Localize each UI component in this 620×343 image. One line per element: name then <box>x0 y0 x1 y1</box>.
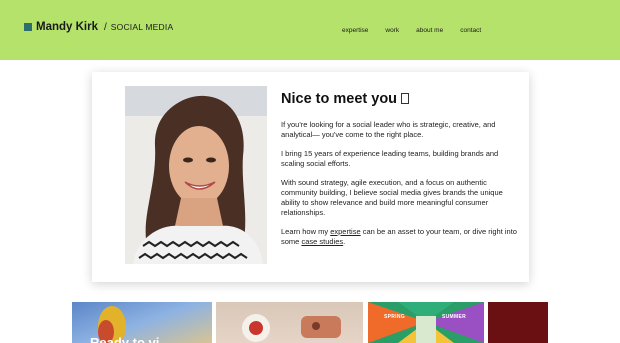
work-tile-4[interactable] <box>488 302 548 343</box>
nav-about-me[interactable]: about me <box>416 27 443 34</box>
brand[interactable]: Mandy Kirk / SOCIAL MEDIA <box>24 21 173 33</box>
expertise-link[interactable]: expertise <box>330 227 360 236</box>
brand-subtitle: SOCIAL MEDIA <box>110 22 174 32</box>
tile-1-caption: Ready to vi <box>90 335 160 343</box>
tile-2-image <box>242 314 341 342</box>
p4-text-c: . <box>343 237 346 246</box>
work-tile-2[interactable] <box>216 302 363 343</box>
work-tiles: Ready to vi SPRING SUMMER <box>0 302 620 343</box>
intro-paragraph-2: I bring 15 years of experience leading t… <box>281 149 499 168</box>
brand-square-icon <box>24 23 32 31</box>
portrait-illustration <box>125 86 267 264</box>
tile-3-label-spring: SPRING <box>384 314 405 320</box>
nav-expertise[interactable]: expertise <box>342 27 368 34</box>
site-header: Mandy Kirk / SOCIAL MEDIA expertise work… <box>0 0 620 60</box>
nav-work[interactable]: work <box>385 27 399 34</box>
tile-3-image <box>368 302 484 343</box>
missing-glyph-icon <box>401 93 410 104</box>
work-tile-1[interactable]: Ready to vi <box>72 302 212 343</box>
profile-photo <box>125 86 267 264</box>
intro-title: Nice to meet you <box>281 91 410 107</box>
intro-paragraph-3: With sound strategy, agile execution, an… <box>281 178 503 217</box>
intro-title-text: Nice to meet you <box>281 91 398 107</box>
intro-paragraph-4: Learn how my expertise can be an asset t… <box>281 227 521 247</box>
tile-3-label-summer: SUMMER <box>442 314 467 320</box>
p4-text-a: Learn how my <box>281 227 331 236</box>
main-nav: expertise work about me contact <box>342 27 498 34</box>
nav-contact[interactable]: contact <box>460 27 481 34</box>
intro-paragraph-1: If you're looking for a social leader wh… <box>281 120 496 139</box>
brand-name: Mandy Kirk <box>36 21 98 33</box>
case-studies-link[interactable]: case studies <box>301 237 343 246</box>
brand-separator: / <box>104 21 107 33</box>
work-tile-3[interactable]: SPRING SUMMER <box>368 302 484 343</box>
